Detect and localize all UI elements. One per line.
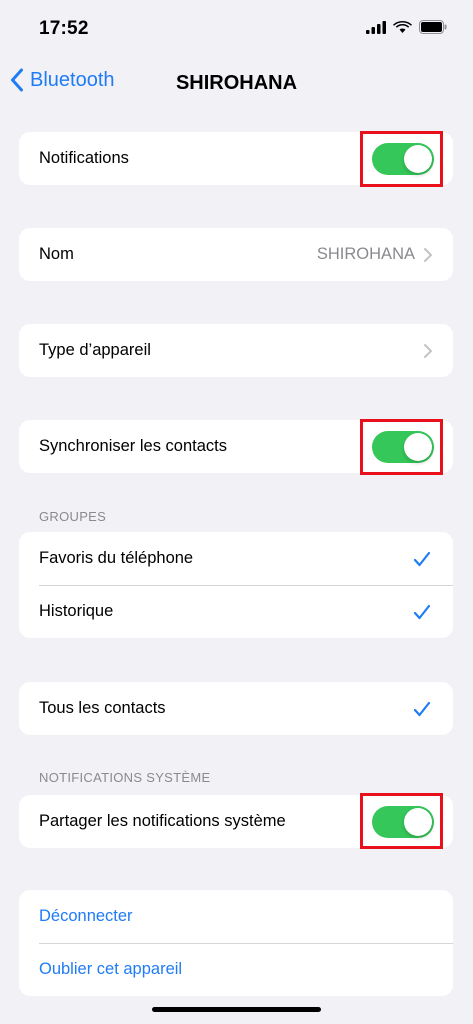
- home-indicator: [152, 1007, 321, 1012]
- chevron-right-icon: [424, 247, 432, 262]
- phone-favorites-label: Favoris du téléphone: [39, 549, 194, 567]
- all-contacts-label: Tous les contacts: [39, 699, 166, 717]
- checkmark-icon: [413, 701, 431, 716]
- name-value: SHIROHANA: [316, 245, 415, 263]
- status-bar: 17:52: [0, 0, 473, 60]
- notifications-toggle[interactable]: [372, 143, 434, 175]
- list-item-history[interactable]: Historique: [19, 585, 453, 638]
- sync-contacts-group: Synchroniser les contacts: [19, 420, 453, 473]
- disconnect-button[interactable]: Déconnecter: [19, 890, 453, 943]
- toggle-knob: [404, 433, 432, 461]
- notifications-row: Notifications: [19, 132, 453, 185]
- name-row[interactable]: Nom SHIROHANA: [19, 228, 453, 281]
- page-title: SHIROHANA: [175, 72, 298, 94]
- groups-group: Favoris du téléphone Historique: [19, 532, 453, 638]
- name-label: Nom: [39, 245, 74, 263]
- system-notifications-section-header: NOTIFICATIONS SYSTÈME: [39, 770, 211, 785]
- device-type-group: Type d’appareil: [19, 324, 453, 377]
- history-label: Historique: [39, 602, 114, 620]
- share-system-notifications-row: Partager les notifications système: [19, 795, 453, 848]
- battery-icon: [419, 20, 447, 34]
- sync-contacts-toggle[interactable]: [372, 431, 434, 463]
- sync-contacts-row: Synchroniser les contacts: [19, 420, 453, 473]
- status-time: 17:52: [39, 18, 89, 39]
- chevron-right-icon: [424, 343, 432, 358]
- system-notifications-group: Partager les notifications système: [19, 795, 453, 848]
- device-type-row[interactable]: Type d’appareil: [19, 324, 453, 377]
- list-item-all-contacts[interactable]: Tous les contacts: [19, 682, 453, 735]
- list-item-phone-favorites[interactable]: Favoris du téléphone: [19, 532, 453, 585]
- toggle-knob: [404, 145, 432, 173]
- checkmark-icon: [413, 551, 431, 566]
- share-system-notifications-toggle[interactable]: [372, 806, 434, 838]
- device-type-label: Type d’appareil: [39, 341, 151, 359]
- actions-group: Déconnecter Oublier cet appareil: [19, 890, 453, 996]
- cellular-signal-icon: [366, 20, 386, 34]
- wifi-icon: [393, 21, 412, 33]
- navigation-bar: Bluetooth SHIROHANA: [0, 60, 473, 110]
- checkmark-icon: [413, 604, 431, 619]
- toggle-knob: [404, 808, 432, 836]
- forget-device-button[interactable]: Oublier cet appareil: [19, 943, 453, 996]
- status-icons: [366, 20, 447, 34]
- groups-section-header: GROUPES: [39, 509, 107, 524]
- all-contacts-group: Tous les contacts: [19, 682, 453, 735]
- notifications-group: Notifications: [19, 132, 453, 185]
- name-group: Nom SHIROHANA: [19, 228, 453, 281]
